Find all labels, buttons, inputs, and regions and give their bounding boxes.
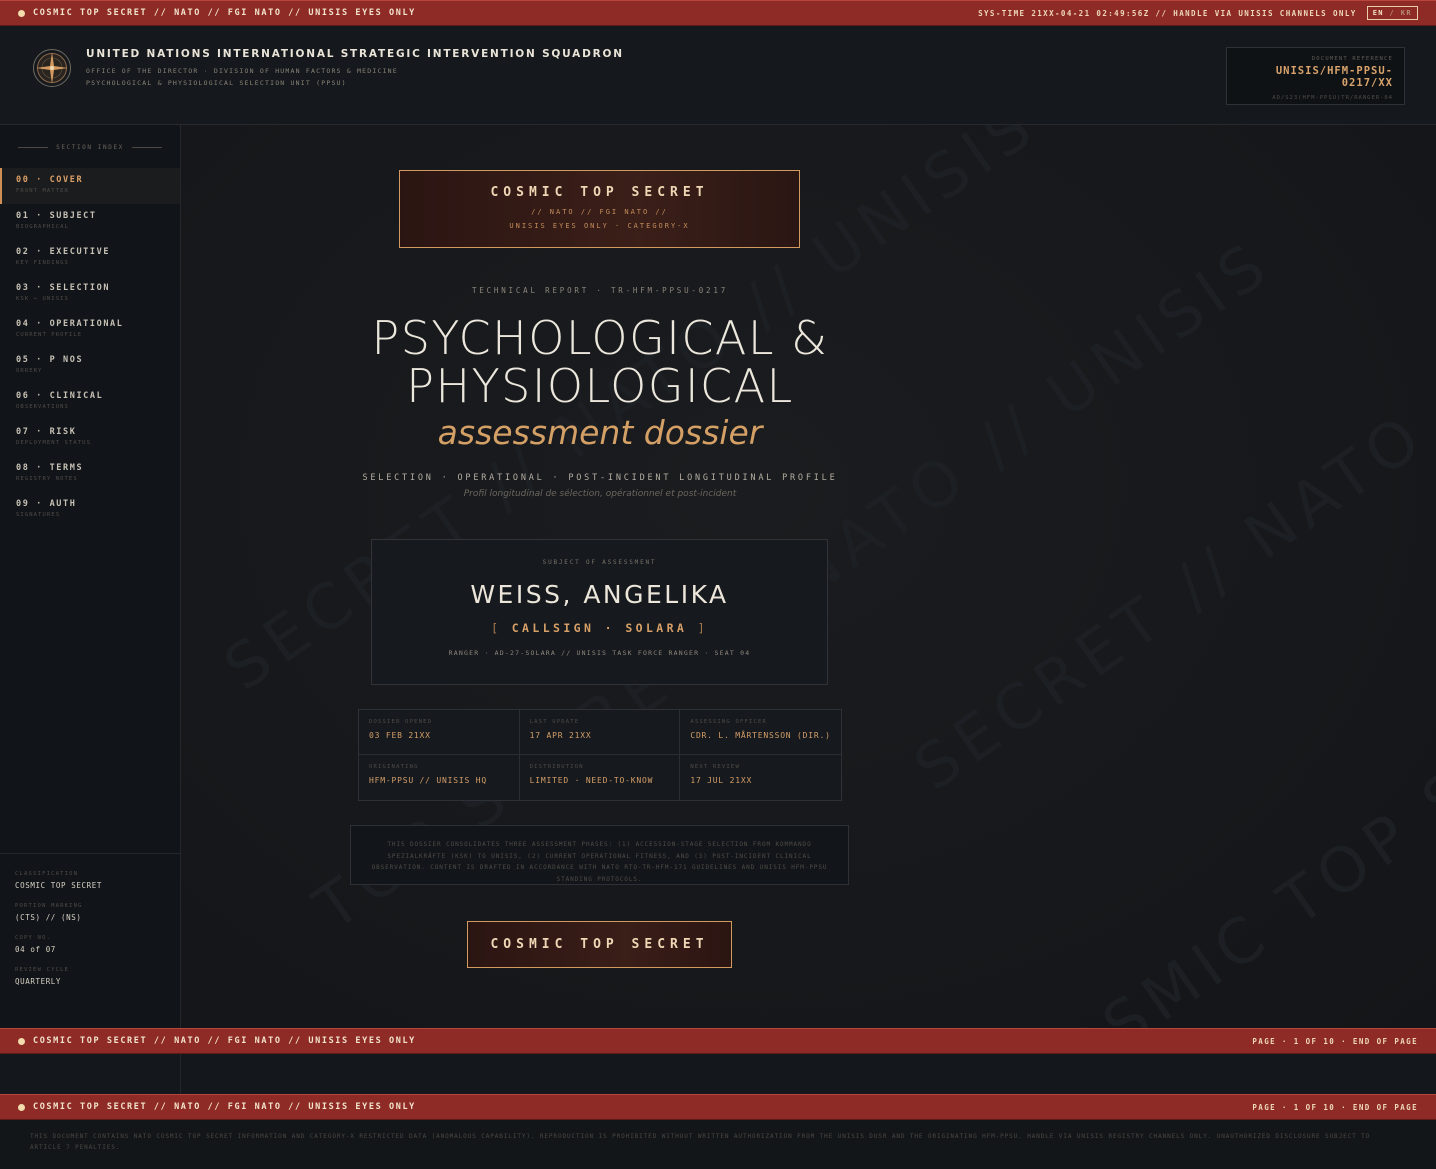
page-title: PSYCHOLOGICAL & PHYSIOLOGICAL <box>371 311 829 413</box>
sidebar-item-risk[interactable]: 07 · RISK DEPLOYMENT STATUS <box>0 420 180 456</box>
sidebar-item-clinical[interactable]: 06 · CLINICAL OBSERVATIONS <box>0 384 180 420</box>
subject-callsign: [ CALLSIGN · SOLARA ] <box>491 621 708 635</box>
system-time: SYS-TIME 21XX-04-21 02:49:56Z // HANDLE … <box>978 8 1357 18</box>
copy-number-value: 04 of 07 <box>15 945 56 954</box>
org-subtitle: OFFICE OF THE DIRECTOR · DIVISION OF HUM… <box>86 67 398 75</box>
sidebar-item-p-nos[interactable]: 05 · P NOS ORRERY <box>0 348 180 384</box>
banner-classification: COSMIC TOP SECRET // NATO // FGI NATO //… <box>33 8 416 18</box>
org-title: UNITED NATIONS INTERNATIONAL STRATEGIC I… <box>86 48 624 60</box>
sidebar-item-terms[interactable]: 08 · TERMS REGISTRY NOTES <box>0 456 180 492</box>
sidebar-item-auth[interactable]: 09 · AUTH SIGNATURES <box>0 492 180 528</box>
classification-header-box: COSMIC TOP SECRET // NATO // FGI NATO //… <box>399 170 800 248</box>
originating: ORIGINATING HFM-PPSU // UNISIS HQ <box>359 755 520 800</box>
dossier-opened: DOSSIER OPENED 03 FEB 21XX <box>359 710 520 755</box>
page-footer-banner: COSMIC TOP SECRET // NATO // FGI NATO //… <box>0 1028 1436 1054</box>
sidebar-item-selection[interactable]: 03 · SELECTION KSK → UNISIS <box>0 276 180 312</box>
portion-marking-value: (CTS) // (NS) <box>15 913 82 922</box>
page-indicator: PAGE · 1 OF 10 · END OF PAGE <box>1252 1102 1418 1112</box>
status-dot-icon <box>18 1103 25 1111</box>
subject-name: WEISS, ANGELIKA <box>470 580 729 609</box>
sidebar-metadata: CLASSIFICATION COSMIC TOP SECRET PORTION… <box>0 853 180 1016</box>
section-nav: 00 · COVER FRONT MATTER 01 · SUBJECT BIO… <box>0 168 180 528</box>
review-cycle-value: QUARTERLY <box>15 977 62 986</box>
status-dot-icon <box>18 1037 25 1045</box>
lang-kr[interactable]: KR <box>1401 9 1412 17</box>
classification-value: COSMIC TOP SECRET <box>15 881 102 890</box>
last-update: LAST UPDATE 17 APR 21XX <box>519 710 681 755</box>
assessing-officer: ASSESSING OFFICER CDR. L. MÅRTENSSON (DI… <box>680 710 841 755</box>
technical-report-id: TECHNICAL REPORT · TR-HFM-PPSU-0217 <box>471 286 729 295</box>
cosmic-top-secret-button[interactable]: COSMIC TOP SECRET <box>467 921 732 968</box>
language-toggle[interactable]: EN / KR <box>1366 6 1418 20</box>
sidebar-item-executive[interactable]: 02 · EXECUTIVE KEY FINDINGS <box>0 240 180 276</box>
subject-assignment: RANGER · AD-27-SOLARA // UNISIS TASK FOR… <box>448 649 751 657</box>
next-review: NEXT REVIEW 17 JUL 21XX <box>690 764 753 785</box>
cover-page: SECRET // NATO // UNISIS TOP SECRET // N… <box>181 125 1436 1028</box>
document-reference-box: DOCUMENT REFERENCE UNISIS/HFM-PPSU-0217/… <box>1226 47 1405 105</box>
document-reference-code: UNISIS/HFM-PPSU-0217/XX <box>1275 65 1393 89</box>
profile-scope: SELECTION · OPERATIONAL · POST-INCIDENT … <box>362 473 838 483</box>
legal-notice: THIS DOCUMENT CONTAINS NATO COSMIC TOP S… <box>0 1120 1436 1169</box>
sidebar-item-subject[interactable]: 01 · SUBJECT BIOGRAPHICAL <box>0 204 180 240</box>
section-index-heading: SECTION INDEX <box>0 144 180 151</box>
sidebar: SECTION INDEX 00 · COVER FRONT MATTER 01… <box>0 125 181 1028</box>
subject-card: SUBJECT OF ASSESSMENT WEISS, ANGELIKA [ … <box>371 539 828 685</box>
distribution: DISTRIBUTION LIMITED · NEED-TO-KNOW <box>520 755 681 800</box>
sidebar-item-cover[interactable]: 00 · COVER FRONT MATTER <box>0 168 180 204</box>
top-classification-banner: COSMIC TOP SECRET // NATO // FGI NATO //… <box>0 0 1436 26</box>
dossier-metadata-grid: DOSSIER OPENED 03 FEB 21XX LAST UPDATE 1… <box>358 709 842 801</box>
page-indicator: PAGE · 1 OF 10 · END OF PAGE <box>1252 1036 1418 1046</box>
lang-en[interactable]: EN <box>1373 9 1384 17</box>
compass-emblem-icon <box>33 49 71 87</box>
page-subtitle: assessment dossier <box>437 413 763 452</box>
sidebar-item-operational[interactable]: 04 · OPERATIONAL CURRENT PROFILE <box>0 312 180 348</box>
org-unit: PSYCHOLOGICAL & PHYSIOLOGICAL SELECTION … <box>86 79 347 87</box>
dossier-summary-note: THIS DOSSIER CONSOLIDATES THREE ASSESSME… <box>350 825 849 885</box>
bottom-classification-banner: COSMIC TOP SECRET // NATO // FGI NATO //… <box>0 1094 1436 1120</box>
page-header: UNITED NATIONS INTERNATIONAL STRATEGIC I… <box>0 26 1436 125</box>
profile-scope-fr: Profil longitudinal de sélection, opérat… <box>463 489 737 499</box>
status-dot-icon <box>18 9 25 17</box>
